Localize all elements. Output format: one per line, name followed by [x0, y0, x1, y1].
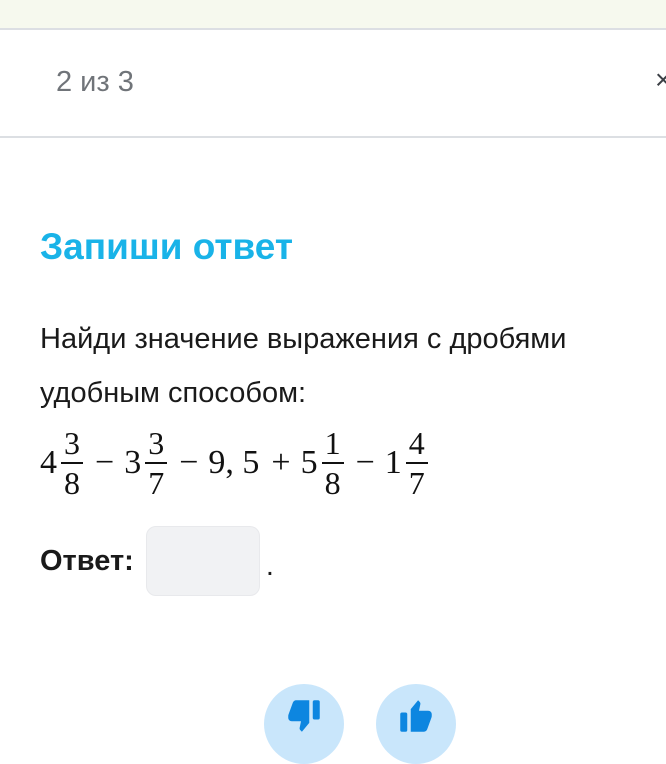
term-4-fraction: 1 8: [321, 424, 344, 502]
term-1-whole: 4: [40, 444, 57, 481]
task-text: Найди значение выражения с дробями удобн…: [40, 323, 567, 409]
answer-row: Ответ: .: [40, 526, 274, 596]
term-2-fraction: 3 7: [145, 424, 168, 502]
term-1-numerator: 3: [64, 425, 80, 461]
operator: +: [271, 444, 291, 481]
dislike-button[interactable]: [264, 684, 344, 764]
term-2-numerator: 3: [148, 425, 165, 461]
operator: −: [95, 444, 115, 481]
operator: −: [355, 444, 375, 481]
term-3-decimal: 9, 5: [208, 444, 260, 481]
term-2-whole: 3: [124, 444, 142, 481]
progress-counter: 2 из 3: [56, 66, 134, 98]
term-4-denominator: 8: [324, 465, 341, 501]
term-4-numerator: 1: [324, 425, 341, 461]
term-5-denominator: 7: [408, 465, 425, 501]
term-5-fraction: 4 7: [405, 424, 428, 502]
answer-input[interactable]: [145, 526, 260, 596]
term-5-numerator: 4: [408, 425, 425, 461]
term-1-fraction: 3 8: [61, 424, 83, 502]
math-expression: 4 3 8 − 3 3 7 − 9, 5 + 5 1 8 − 1 4 7: [40, 418, 430, 508]
term-4-whole: 5: [300, 444, 318, 481]
answer-suffix: .: [265, 549, 274, 582]
like-button[interactable]: [376, 684, 456, 764]
term-2-denominator: 7: [148, 465, 165, 501]
term-1-denominator: 8: [64, 465, 80, 501]
close-icon[interactable]: ×: [655, 66, 666, 94]
term-5-whole: 1: [384, 444, 402, 481]
thumbs-down-icon: [288, 700, 320, 732]
thumbs-up-icon: [400, 700, 432, 732]
header: 2 из 3 ×: [0, 30, 666, 138]
answer-label: Ответ:: [40, 544, 134, 577]
top-strip: [0, 0, 666, 30]
task-title: Запиши ответ: [40, 226, 293, 267]
operator: −: [179, 444, 199, 481]
